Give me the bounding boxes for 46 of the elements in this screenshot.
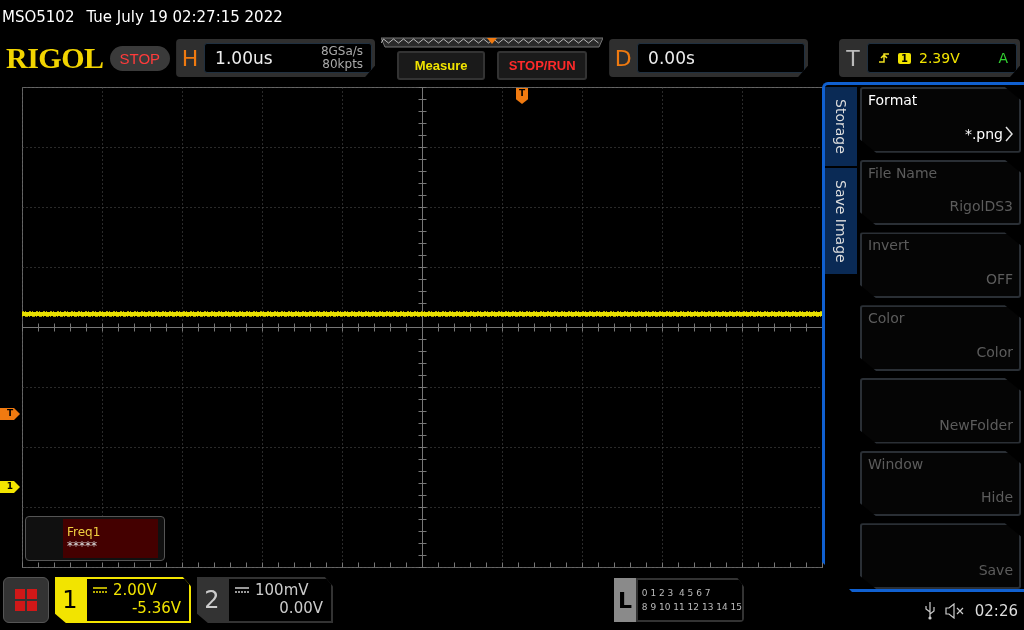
trigger-mode: A	[998, 50, 1008, 66]
measurement-label: Freq1	[67, 524, 102, 539]
trigger-source-badge: 1	[898, 52, 911, 64]
channel-offset: 0.00V	[279, 599, 323, 617]
run-state-badge: STOP	[109, 45, 171, 71]
horizontal-panel[interactable]: H 1.00us 8GSa/s 80kpts	[176, 39, 376, 77]
delay-key: D	[612, 45, 635, 71]
trigger-key: T	[842, 45, 864, 71]
logic-channel-numbers: 0 1 2 3 4 5 6 7	[641, 588, 712, 598]
channel-scale: 100mV	[255, 581, 309, 599]
horizontal-key: H	[179, 45, 202, 71]
channel-number: 2	[203, 585, 221, 616]
channel-scale: 2.00V	[113, 581, 157, 599]
brand-logo: RIGOL	[6, 41, 104, 75]
menu-tab[interactable]: Save Image	[825, 167, 857, 277]
clock-time: 02:26	[974, 602, 1018, 620]
delay-panel[interactable]: D 0.00s	[609, 39, 809, 77]
logic-key: L	[614, 578, 636, 622]
stop-run-button[interactable]: STOP/RUN	[497, 50, 588, 80]
grid-icon	[15, 589, 37, 611]
measurement-value: *****	[67, 538, 97, 553]
trigger-level: 2.39V	[918, 50, 961, 66]
logic-panel[interactable]: L 0 1 2 3 4 5 6 7 8 9 10 11 12 13 14 15	[614, 578, 744, 622]
trigger-level-marker[interactable]: T	[0, 408, 20, 420]
channel-panel[interactable]: 1 2.00V -5.36V	[55, 577, 191, 623]
speaker-muted-icon[interactable]	[944, 603, 965, 619]
channel-offset: -5.36V	[131, 599, 181, 617]
channel-panel[interactable]: 2 100mV 0.00V	[197, 577, 333, 623]
menu-tab[interactable]: Storage	[825, 87, 857, 168]
dc-coupling-icon	[235, 587, 249, 593]
date-time: Tue July 19 02:27:15 2022	[86, 8, 283, 26]
trigger-position-marker[interactable]: T	[516, 88, 528, 104]
channel-marker[interactable]: 1	[0, 481, 20, 493]
timebase-value: 1.00us	[215, 48, 273, 68]
menu-item[interactable]: Format *.png	[860, 87, 1021, 153]
trigger-panel[interactable]: T 1 2.39V A	[839, 39, 1020, 77]
measure-button[interactable]: Measure	[397, 50, 486, 80]
model-name: MSO5102	[2, 8, 75, 26]
rising-edge-icon	[878, 52, 890, 64]
sample-rate: 8GSa/s	[320, 45, 364, 58]
usb-icon	[924, 602, 935, 620]
channel-number: 1	[61, 585, 79, 616]
logic-channel-numbers: 8 9 10 11 12 13 14 15	[641, 602, 742, 612]
delay-value: 0.00s	[648, 48, 695, 68]
memory-depth: 80kpts	[322, 58, 364, 71]
dc-coupling-icon	[93, 587, 107, 593]
